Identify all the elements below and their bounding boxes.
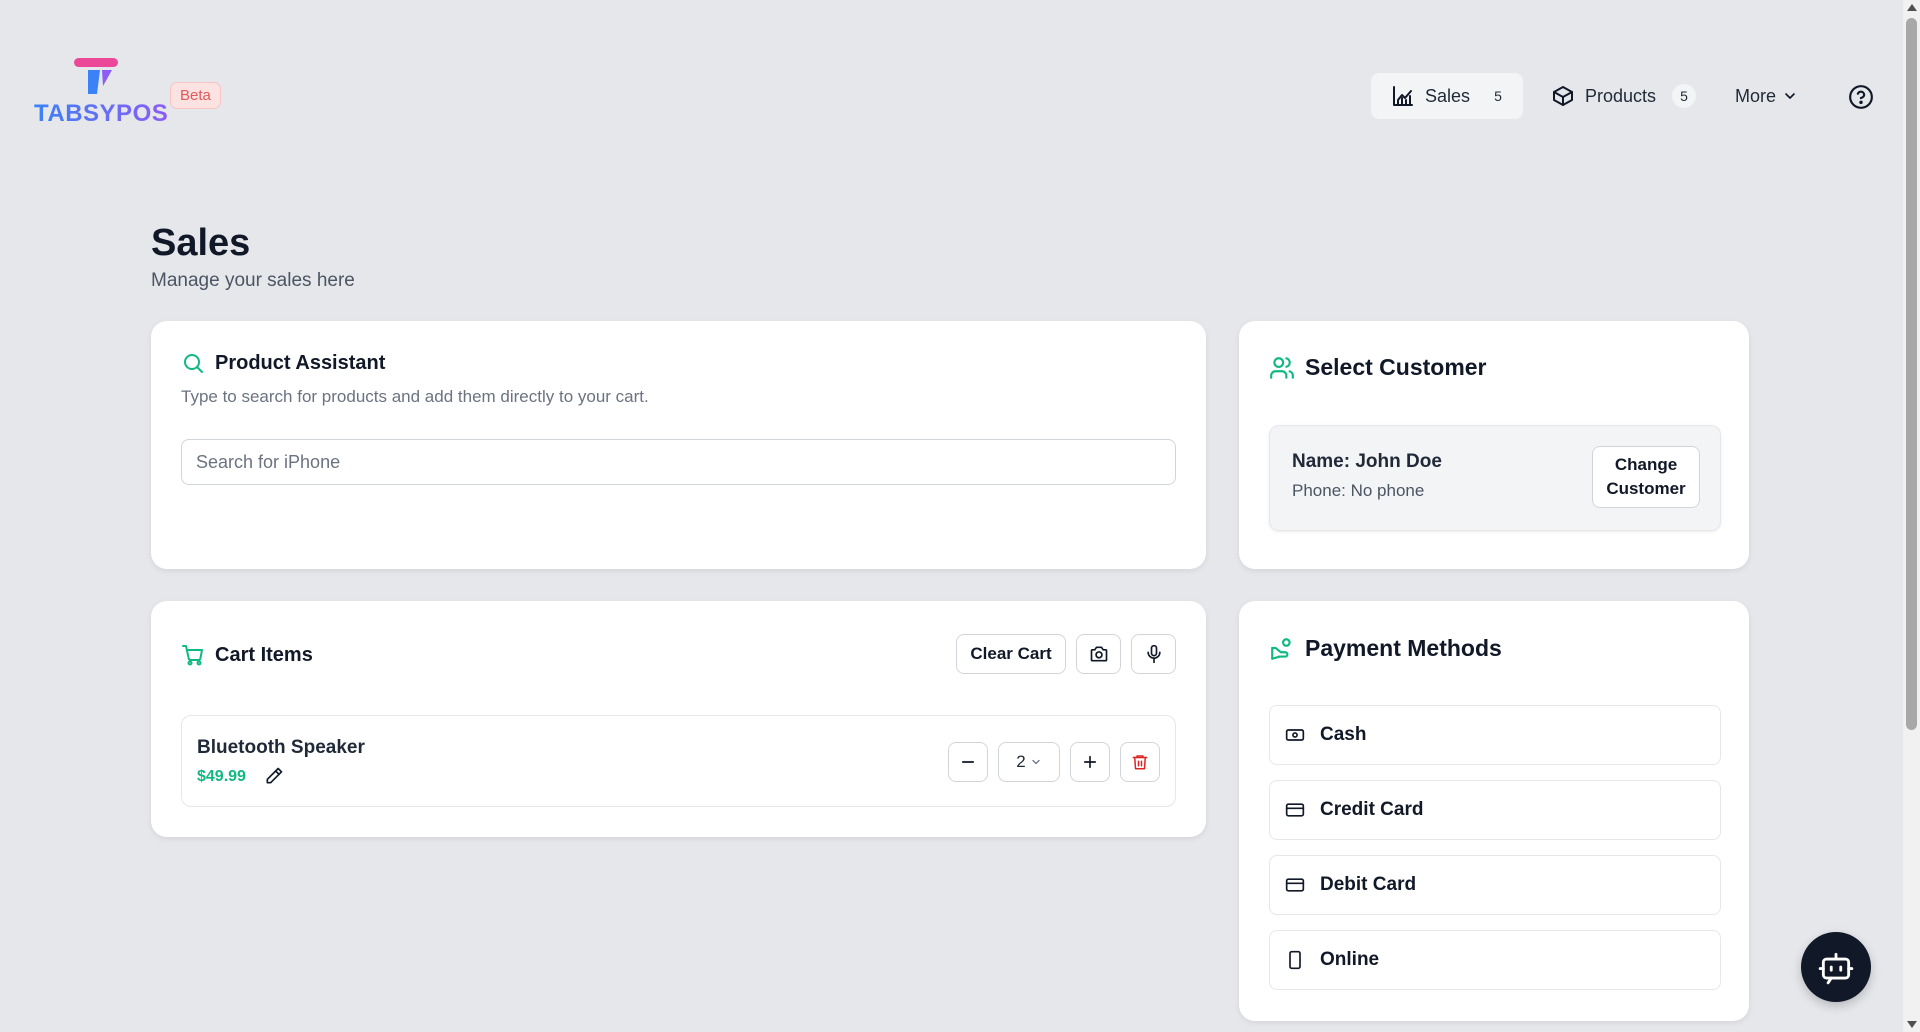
product-search-input[interactable] bbox=[181, 439, 1176, 485]
microphone-icon bbox=[1144, 644, 1164, 664]
cart-items-title: Cart Items bbox=[215, 643, 313, 666]
logo-mark-icon bbox=[72, 56, 120, 96]
help-circle-icon[interactable] bbox=[1848, 84, 1874, 110]
banknote-icon bbox=[1284, 724, 1306, 746]
credit-card-icon bbox=[1284, 799, 1306, 821]
payment-method-cash[interactable]: Cash bbox=[1269, 705, 1721, 765]
cart-item-row: Bluetooth Speaker $49.99 2 bbox=[181, 715, 1176, 807]
remove-item-button[interactable] bbox=[1120, 742, 1160, 782]
plus-icon bbox=[1081, 753, 1099, 771]
payment-method-label: Debit Card bbox=[1320, 874, 1417, 895]
trash-icon bbox=[1131, 753, 1149, 771]
change-button-line2: Customer bbox=[1606, 479, 1686, 498]
product-assistant-description: Type to search for products and add them… bbox=[181, 387, 649, 406]
page-subtitle: Manage your sales here bbox=[151, 270, 355, 291]
nav-sales-label: Sales bbox=[1425, 85, 1471, 106]
shopping-cart-icon bbox=[181, 643, 205, 667]
payment-methods-title: Payment Methods bbox=[1305, 635, 1502, 661]
nav-products[interactable]: Products 5 bbox=[1531, 73, 1716, 119]
nav-products-label: Products bbox=[1585, 85, 1657, 106]
payment-method-credit-card[interactable]: Credit Card bbox=[1269, 780, 1721, 840]
payment-method-label: Credit Card bbox=[1320, 799, 1424, 820]
clear-cart-button[interactable]: Clear Cart bbox=[956, 634, 1066, 674]
minus-icon bbox=[959, 753, 977, 771]
chevron-down-icon bbox=[1030, 756, 1042, 768]
cart-item-name: Bluetooth Speaker bbox=[197, 737, 365, 758]
scroll-up-arrow-icon[interactable] bbox=[1907, 4, 1917, 11]
hand-coins-icon bbox=[1269, 636, 1295, 662]
assistant-bot-button[interactable] bbox=[1801, 932, 1871, 1002]
box-icon bbox=[1551, 84, 1575, 108]
nav-products-count: 5 bbox=[1672, 84, 1697, 108]
smartphone-icon bbox=[1284, 949, 1306, 971]
scrollbar-thumb[interactable] bbox=[1906, 18, 1917, 730]
app-logo[interactable]: TABSYPOS bbox=[34, 56, 168, 127]
payment-method-label: Online bbox=[1320, 949, 1380, 970]
select-customer-title: Select Customer bbox=[1305, 354, 1487, 380]
page-scrollbar[interactable] bbox=[1903, 0, 1920, 1032]
product-assistant-title: Product Assistant bbox=[215, 351, 386, 374]
payment-method-label: Cash bbox=[1320, 724, 1367, 745]
scroll-down-arrow-icon[interactable] bbox=[1907, 1021, 1917, 1028]
search-icon bbox=[181, 351, 205, 375]
cart-items-card: Cart Items Clear Cart Bluetooth Speaker … bbox=[151, 601, 1206, 837]
decrease-quantity-button[interactable] bbox=[948, 742, 988, 782]
camera-button[interactable] bbox=[1076, 634, 1121, 674]
beta-badge: Beta bbox=[170, 82, 221, 109]
users-icon bbox=[1269, 355, 1295, 381]
payment-method-online[interactable]: Online bbox=[1269, 930, 1721, 990]
quantity-select[interactable]: 2 bbox=[998, 742, 1060, 782]
microphone-button[interactable] bbox=[1131, 634, 1176, 674]
pencil-icon[interactable] bbox=[264, 766, 286, 788]
nav-sales-count: 5 bbox=[1494, 88, 1502, 104]
customer-phone: Phone: No phone bbox=[1292, 481, 1425, 500]
nav-more-label: More bbox=[1735, 85, 1777, 106]
change-button-line1: Change bbox=[1614, 455, 1678, 474]
logo-text: TABSYPOS bbox=[34, 100, 169, 127]
chart-line-icon bbox=[1391, 84, 1415, 108]
payment-methods-card: Payment Methods Cash Credit Card Debit C… bbox=[1239, 601, 1749, 1021]
bot-icon bbox=[1817, 948, 1855, 986]
change-customer-button[interactable]: Change Customer bbox=[1592, 446, 1700, 508]
nav-more[interactable]: More bbox=[1715, 73, 1818, 119]
quantity-value: 2 bbox=[1016, 752, 1026, 771]
chevron-down-icon bbox=[1782, 88, 1798, 104]
selected-customer-box: Name: John Doe Phone: No phone Change Cu… bbox=[1269, 425, 1721, 531]
credit-card-icon bbox=[1284, 874, 1306, 896]
payment-method-debit-card[interactable]: Debit Card bbox=[1269, 855, 1721, 915]
customer-name: Name: John Doe bbox=[1292, 451, 1442, 472]
select-customer-card: Select Customer Name: John Doe Phone: No… bbox=[1239, 321, 1749, 569]
cart-item-price: $49.99 bbox=[197, 768, 246, 785]
page-title: Sales bbox=[151, 222, 251, 264]
nav-sales[interactable]: Sales 5 bbox=[1371, 73, 1523, 119]
product-assistant-card: Product Assistant Type to search for pro… bbox=[151, 321, 1206, 569]
increase-quantity-button[interactable] bbox=[1070, 742, 1110, 782]
camera-icon bbox=[1089, 644, 1109, 664]
